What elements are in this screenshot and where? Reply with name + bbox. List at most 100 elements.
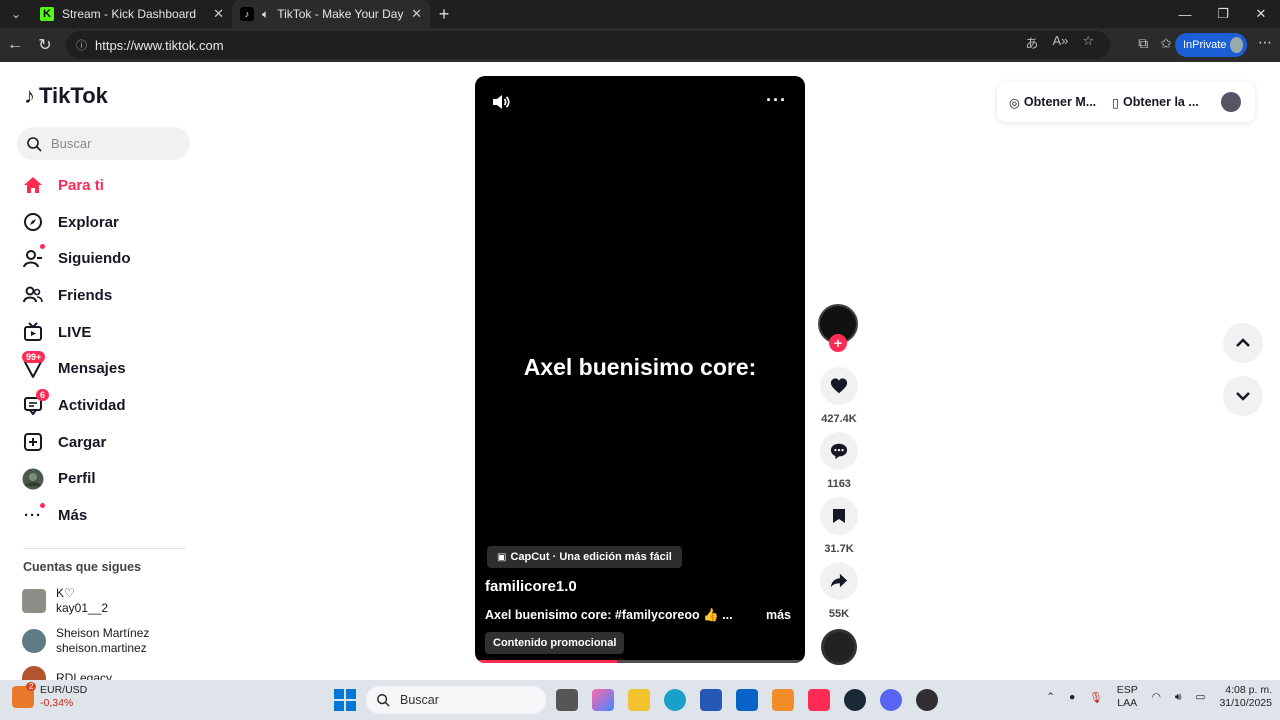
search-icon (27, 136, 42, 152)
stock-widget[interactable]: 2 EUR/USD -0,34% (12, 682, 88, 710)
followed-account[interactable]: RDLegacy (22, 666, 112, 680)
address-bar[interactable]: ⓘ https://www.tiktok.com (66, 31, 1110, 59)
read-aloud-icon[interactable]: A» (1052, 33, 1068, 52)
promo-tag: Contenido promocional (485, 632, 625, 654)
inprivate-button[interactable]: InPrivate (1175, 33, 1247, 57)
maximize-icon[interactable]: ❐ (1204, 0, 1242, 28)
save-button[interactable]: 31.7K (820, 497, 858, 555)
previous-video-button[interactable] (1223, 323, 1263, 363)
sidebar-item-explorar[interactable]: Explorar (0, 204, 200, 241)
taskbar: 2 EUR/USD -0,34% Buscar ⌃ ● 🎙︎ ESP LAA ◠… (0, 680, 1280, 720)
refresh-icon[interactable]: ↻ (30, 30, 60, 60)
lang-layout: LAA (1117, 697, 1138, 709)
follow-plus-icon[interactable]: + (829, 334, 847, 352)
translate-icon[interactable]: あ (1025, 33, 1038, 52)
sidebar-item-live[interactable]: LIVE (0, 314, 200, 351)
inprivate-label: InPrivate (1183, 39, 1227, 51)
tab-kick[interactable]: K Stream - Kick Dashboard ✕ (32, 0, 232, 28)
account-names: Sheison Martínez sheison.martinez (56, 626, 149, 656)
video-progress-bar[interactable] (475, 660, 805, 663)
speaker-icon[interactable]: 🔈︎ (262, 7, 269, 22)
close-tab-icon[interactable]: ✕ (411, 6, 422, 22)
more-icon: ··· (24, 507, 42, 525)
battery-icon[interactable]: ▭ (1196, 691, 1206, 703)
heart-icon (820, 367, 858, 405)
download-icon: ◎ (1009, 95, 1020, 110)
microphone-icon[interactable]: 🎙︎ (1089, 691, 1102, 704)
video-author[interactable]: familicore1.0 (485, 578, 577, 595)
sidebar-item-label: Friends (58, 286, 113, 304)
wifi-icon[interactable]: ◠ (1152, 691, 1161, 703)
settings-more-icon[interactable]: ⋯ (1258, 34, 1272, 51)
comment-icon (820, 432, 858, 470)
minimize-icon[interactable]: — (1166, 0, 1204, 28)
tab-tiktok[interactable]: ♪ 🔈︎ TikTok - Make Your Day ✕ (232, 0, 430, 28)
get-mobile-app-button[interactable]: ▯ Obtener la ... (1112, 95, 1199, 110)
sidebar-item-mas[interactable]: ··· Más (0, 497, 200, 534)
account-names: RDLegacy (56, 671, 112, 681)
copilot-icon[interactable] (592, 689, 614, 711)
store-icon[interactable] (700, 689, 722, 711)
clock[interactable]: 4:08 p. m. 31/10/2025 (1219, 684, 1272, 710)
tiktok-app-icon[interactable] (808, 689, 830, 711)
next-video-button[interactable] (1223, 376, 1263, 416)
close-window-icon[interactable]: ✕ (1242, 0, 1280, 28)
windows-start-icon[interactable] (334, 689, 356, 711)
chevron-up-icon[interactable]: ⌃ (1046, 691, 1055, 703)
sidebar-item-friends[interactable]: Friends (0, 277, 200, 314)
avatar (22, 468, 44, 490)
tray-app-icon[interactable]: ● (1069, 691, 1075, 703)
video-player[interactable]: ··· Axel buenisimo core: ▣ CapCut · Una … (475, 76, 805, 663)
followed-account[interactable]: Sheison Martínez sheison.martinez (22, 626, 149, 656)
sidebar-item-perfil[interactable]: Perfil (0, 461, 200, 498)
comment-button[interactable]: 1163 (820, 432, 858, 490)
url-text: https://www.tiktok.com (95, 37, 224, 53)
language-indicator[interactable]: ESP LAA (1117, 684, 1138, 710)
volume-icon[interactable]: 🔊︎ (1175, 691, 1182, 704)
sidebar-item-para-ti[interactable]: Para ti (0, 167, 200, 204)
tiktok-note-icon: ♪ (24, 83, 35, 108)
discord-icon[interactable] (880, 689, 902, 711)
sidebar-item-actividad[interactable]: 6 Actividad (0, 387, 200, 424)
back-arrow-icon[interactable]: ← (0, 30, 30, 60)
get-app-button[interactable]: ◎ Obtener M... (1009, 95, 1096, 110)
app-icon[interactable] (772, 689, 794, 711)
video-description: Axel buenisimo core: #familycoreoo 👍 ... (485, 608, 733, 622)
capcut-tag[interactable]: ▣ CapCut · Una edición más fácil (487, 546, 682, 568)
site-info-icon[interactable]: ⓘ (76, 37, 87, 53)
music-disc-icon[interactable] (821, 629, 857, 665)
more-description-button[interactable]: más (766, 608, 791, 622)
close-tab-icon[interactable]: ✕ (213, 6, 224, 22)
followed-account[interactable]: K♡ kay01__2 (22, 586, 108, 616)
sidebar-item-mensajes[interactable]: 99+ Mensajes (0, 350, 200, 387)
toolbar: ← ↻ ⓘ https://www.tiktok.com あ A» ☆ ⧉ ✩ … (0, 28, 1280, 62)
favorites-icon[interactable]: ✩ (1160, 35, 1172, 52)
sidebar-item-siguiendo[interactable]: Siguiendo (0, 240, 200, 277)
steam-icon[interactable] (844, 689, 866, 711)
task-view-icon[interactable] (556, 689, 578, 711)
tiktok-logo[interactable]: ♪ TikTok (24, 83, 108, 109)
outlook-icon[interactable] (736, 689, 758, 711)
sidebar-item-label: LIVE (58, 323, 92, 341)
file-explorer-icon[interactable] (628, 689, 650, 711)
volume-icon[interactable] (491, 92, 511, 117)
obs-icon[interactable] (916, 689, 938, 711)
notification-dot (40, 244, 45, 250)
extensions-icon[interactable]: ⧉ (1138, 35, 1148, 52)
messages-badge: 99+ (22, 351, 46, 364)
taskbar-search[interactable]: Buscar (366, 686, 546, 714)
like-button[interactable]: 427.4K (820, 367, 858, 425)
favorite-star-icon[interactable]: ☆ (1082, 33, 1094, 52)
video-more-icon[interactable]: ··· (766, 90, 787, 111)
share-button[interactable]: 55K (820, 562, 858, 620)
ticker-change: -0,34% (40, 697, 74, 709)
tab-actions-menu-icon[interactable]: ⌄ (0, 0, 32, 28)
ticker-symbol: EUR/USD (40, 684, 88, 696)
new-tab-icon[interactable]: + (430, 4, 458, 25)
search-input[interactable]: Buscar (17, 127, 190, 160)
video-caption: Axel buenisimo core: (523, 354, 757, 380)
edge-icon[interactable] (664, 689, 686, 711)
avatar[interactable] (1220, 92, 1241, 112)
account-handle: kay01__2 (56, 601, 109, 615)
sidebar-item-cargar[interactable]: Cargar (0, 424, 200, 461)
